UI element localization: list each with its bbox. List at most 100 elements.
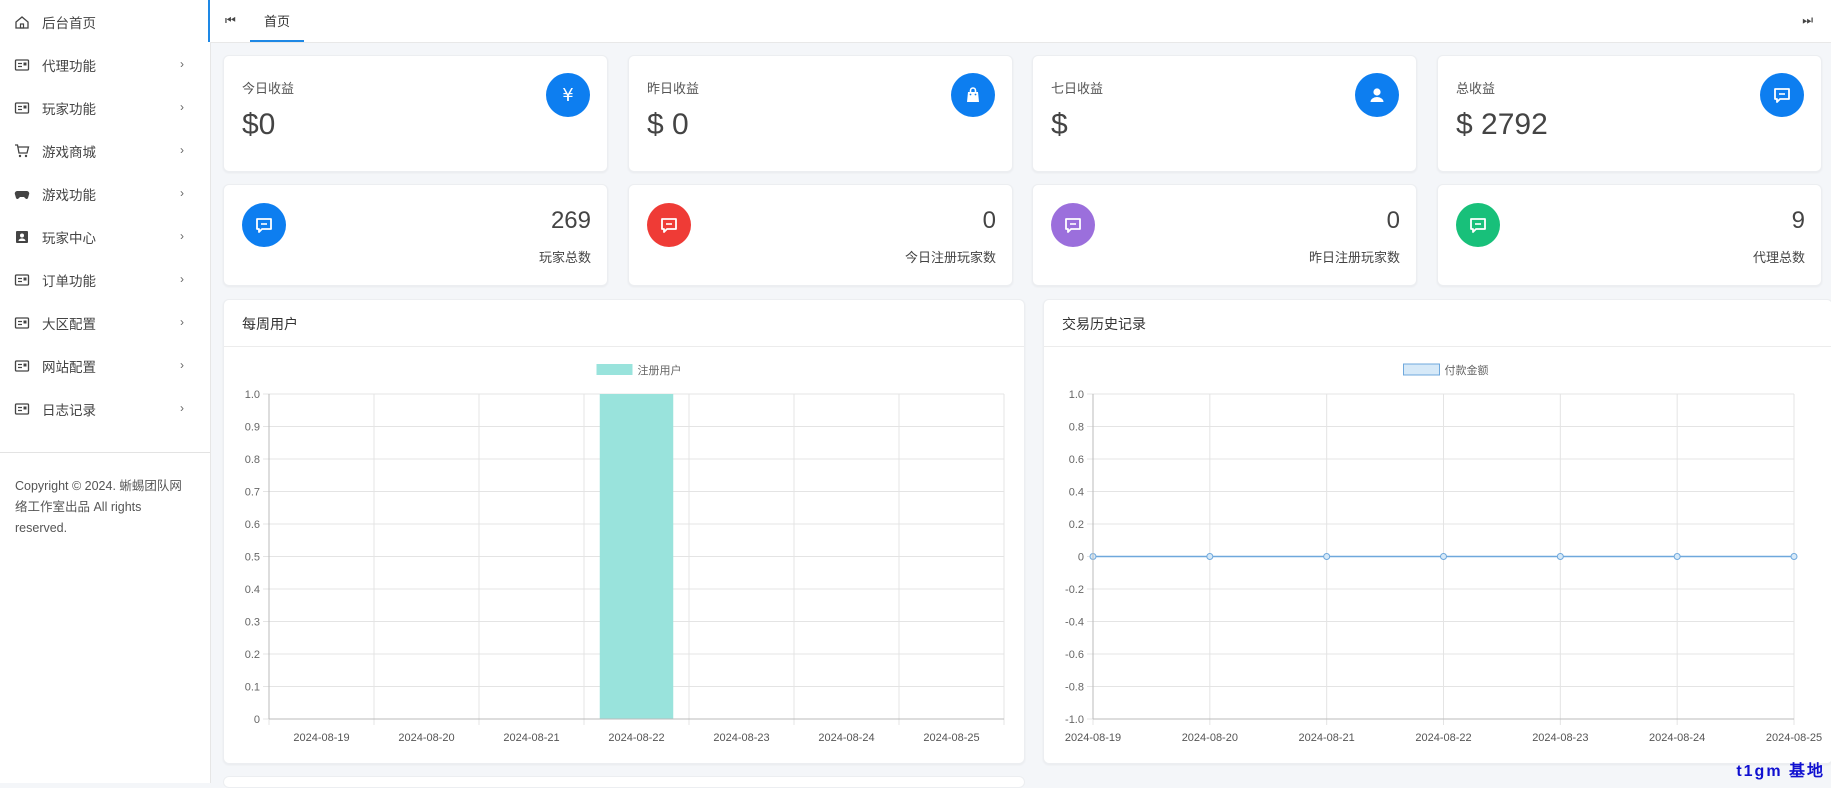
y-tick-label: -0.6	[1065, 649, 1084, 661]
sidebar-item-7[interactable]: 大区配置 ›	[0, 301, 210, 344]
y-tick-label: 0.6	[1069, 454, 1084, 466]
sidebar-item-label: 玩家中心	[42, 230, 96, 246]
bar	[599, 394, 674, 719]
sidebar-item-label: 游戏功能	[42, 187, 96, 203]
count-label: 玩家总数	[538, 250, 591, 265]
data-point	[1323, 553, 1331, 560]
stat-card-today: 今日收益 $0 ¥	[223, 55, 608, 172]
count-label: 昨日注册玩家数	[1308, 250, 1400, 265]
data-point	[1790, 553, 1798, 560]
count-label: 今日注册玩家数	[904, 250, 996, 265]
sidebar-item-8[interactable]: 网站配置 ›	[0, 344, 210, 387]
sidebar-item-4[interactable]: 游戏功能 ›	[0, 172, 210, 215]
count-card-today-registered: 0 今日注册玩家数	[628, 184, 1013, 286]
card-icon	[14, 100, 30, 116]
bag-icon	[951, 73, 995, 117]
data-point	[1440, 553, 1447, 560]
y-tick-label: 0.6	[245, 519, 260, 531]
y-tick-label: -1.0	[1065, 714, 1084, 726]
chevron-right-icon: ›	[180, 186, 184, 200]
tab-bar: ⏮ 首页 ⏭	[210, 0, 1831, 43]
gamepad-icon	[14, 186, 30, 202]
stat-label: 今日收益	[242, 81, 295, 96]
sidebar-item-1[interactable]: 代理功能 ›	[0, 43, 210, 86]
weekly-users-chart: 注册用户 0 0.1 0.2 0.3 0.4 0.5 0.6 0.7 0.8 0.9 1.0 2024-…	[245, 363, 1005, 744]
y-tick-label: 0.2	[245, 649, 260, 661]
tab-scroll-left-icon[interactable]: ⏮	[225, 13, 236, 28]
stat-value: $ 2792	[1456, 108, 1548, 141]
sidebar-item-label: 日志记录	[42, 402, 96, 418]
count-value: 0	[982, 207, 996, 234]
x-tick-label: 2024-08-20	[398, 732, 454, 744]
card-icon	[14, 358, 30, 374]
x-tick-label: 2024-08-25	[1766, 732, 1822, 744]
sidebar-item-2[interactable]: 玩家功能 ›	[0, 86, 210, 129]
tab-home[interactable]: 首页	[250, 0, 304, 42]
stat-card-yesterday: 昨日收益 $ 0	[628, 55, 1013, 172]
x-tick-label: 2024-08-22	[1415, 732, 1471, 744]
tab-home-label: 首页	[263, 13, 290, 29]
legend-swatch	[596, 364, 633, 375]
data-point	[1206, 553, 1214, 560]
chevron-right-icon: ›	[180, 401, 184, 415]
stat-value: $ 0	[647, 108, 689, 141]
card-icon	[14, 272, 30, 288]
sidebar-item-label: 网站配置	[42, 359, 96, 375]
count-card-players: 269 玩家总数	[223, 184, 608, 286]
weekly-users-card: 每周用户 注册用户 0 0.1 0.2 0.3 0.4 0.5 0.6 0.7 0.8 0.9 1.0…	[223, 299, 1025, 764]
yen-icon: ¥	[546, 73, 590, 117]
message-icon	[1051, 203, 1095, 247]
y-tick-label: 0	[254, 714, 260, 726]
home-icon	[14, 14, 30, 30]
sidebar-item-5[interactable]: 玩家中心 ›	[0, 215, 210, 258]
count-value: 269	[550, 207, 591, 234]
chevron-right-icon: ›	[180, 358, 184, 372]
user-icon	[1355, 73, 1399, 117]
message-icon	[1456, 203, 1500, 247]
stat-label: 昨日收益	[647, 81, 700, 96]
sidebar-item-label: 游戏商城	[42, 144, 96, 160]
stat-card-total: 总收益 $ 2792	[1437, 55, 1822, 172]
y-tick-label: 0.4	[1069, 487, 1084, 499]
sidebar-item-3[interactable]: 游戏商城 ›	[0, 129, 210, 172]
count-card-agents: 9 代理总数	[1437, 184, 1822, 286]
cart-icon	[14, 143, 30, 159]
x-tick-label: 2024-08-19	[1065, 732, 1121, 744]
data-point	[1556, 553, 1564, 560]
card-icon	[14, 315, 30, 331]
sidebar: 后台首页 代理功能 › 玩家功能 › 游戏商城 › 游戏功能 › 玩家中心 › 订单功能 › 大区配置 › 网…	[0, 0, 211, 783]
card-icon	[14, 57, 30, 73]
y-tick-label: 0.8	[1069, 422, 1084, 434]
x-tick-label: 2024-08-21	[503, 732, 559, 744]
sidebar-item-label: 后台首页	[42, 15, 96, 31]
x-tick-label: 2024-08-21	[1299, 732, 1355, 744]
sidebar-item-6[interactable]: 订单功能 ›	[0, 258, 210, 301]
svg-text:¥: ¥	[562, 85, 573, 105]
card-icon	[14, 401, 30, 417]
y-tick-label: 0	[1078, 552, 1084, 564]
count-value: 0	[1386, 207, 1400, 234]
chevron-right-icon: ›	[180, 272, 184, 286]
transaction-history-card: 交易历史记录 付款金额 -1.0 -0.8 -0.6 -0.4 -0.2 0 0.2 0.4 0.…	[1043, 299, 1831, 764]
tab-scroll-right-icon[interactable]: ⏭	[1802, 13, 1813, 28]
x-tick-label: 2024-08-20	[1182, 732, 1238, 744]
transaction-history-chart: 付款金额 -1.0 -0.8 -0.6 -0.4 -0.2 0 0.2 0.4 0.6 0.8 1.0…	[1065, 363, 1822, 744]
y-tick-label: 0.3	[245, 617, 260, 629]
next-card-peek	[223, 776, 1025, 788]
sidebar-item-9[interactable]: 日志记录 ›	[0, 387, 210, 430]
copyright-text: Copyright © 2024. 蜥蜴团队网络工作室出品 All rights…	[15, 479, 182, 535]
contact-icon	[14, 229, 30, 245]
x-tick-label: 2024-08-24	[818, 732, 874, 744]
sidebar-item-0[interactable]: 后台首页	[0, 0, 210, 43]
x-tick-label: 2024-08-25	[923, 732, 979, 744]
x-tick-label: 2024-08-22	[608, 732, 664, 744]
chevron-right-icon: ›	[180, 315, 184, 329]
y-tick-label: 0.5	[245, 552, 260, 564]
chart-title: 每周用户	[242, 316, 298, 332]
active-indicator	[208, 0, 210, 42]
message-icon	[242, 203, 286, 247]
y-tick-label: 0.1	[245, 682, 260, 694]
legend-label: 注册用户	[638, 363, 682, 377]
sidebar-item-label: 代理功能	[42, 58, 96, 74]
x-tick-label: 2024-08-23	[1532, 732, 1588, 744]
